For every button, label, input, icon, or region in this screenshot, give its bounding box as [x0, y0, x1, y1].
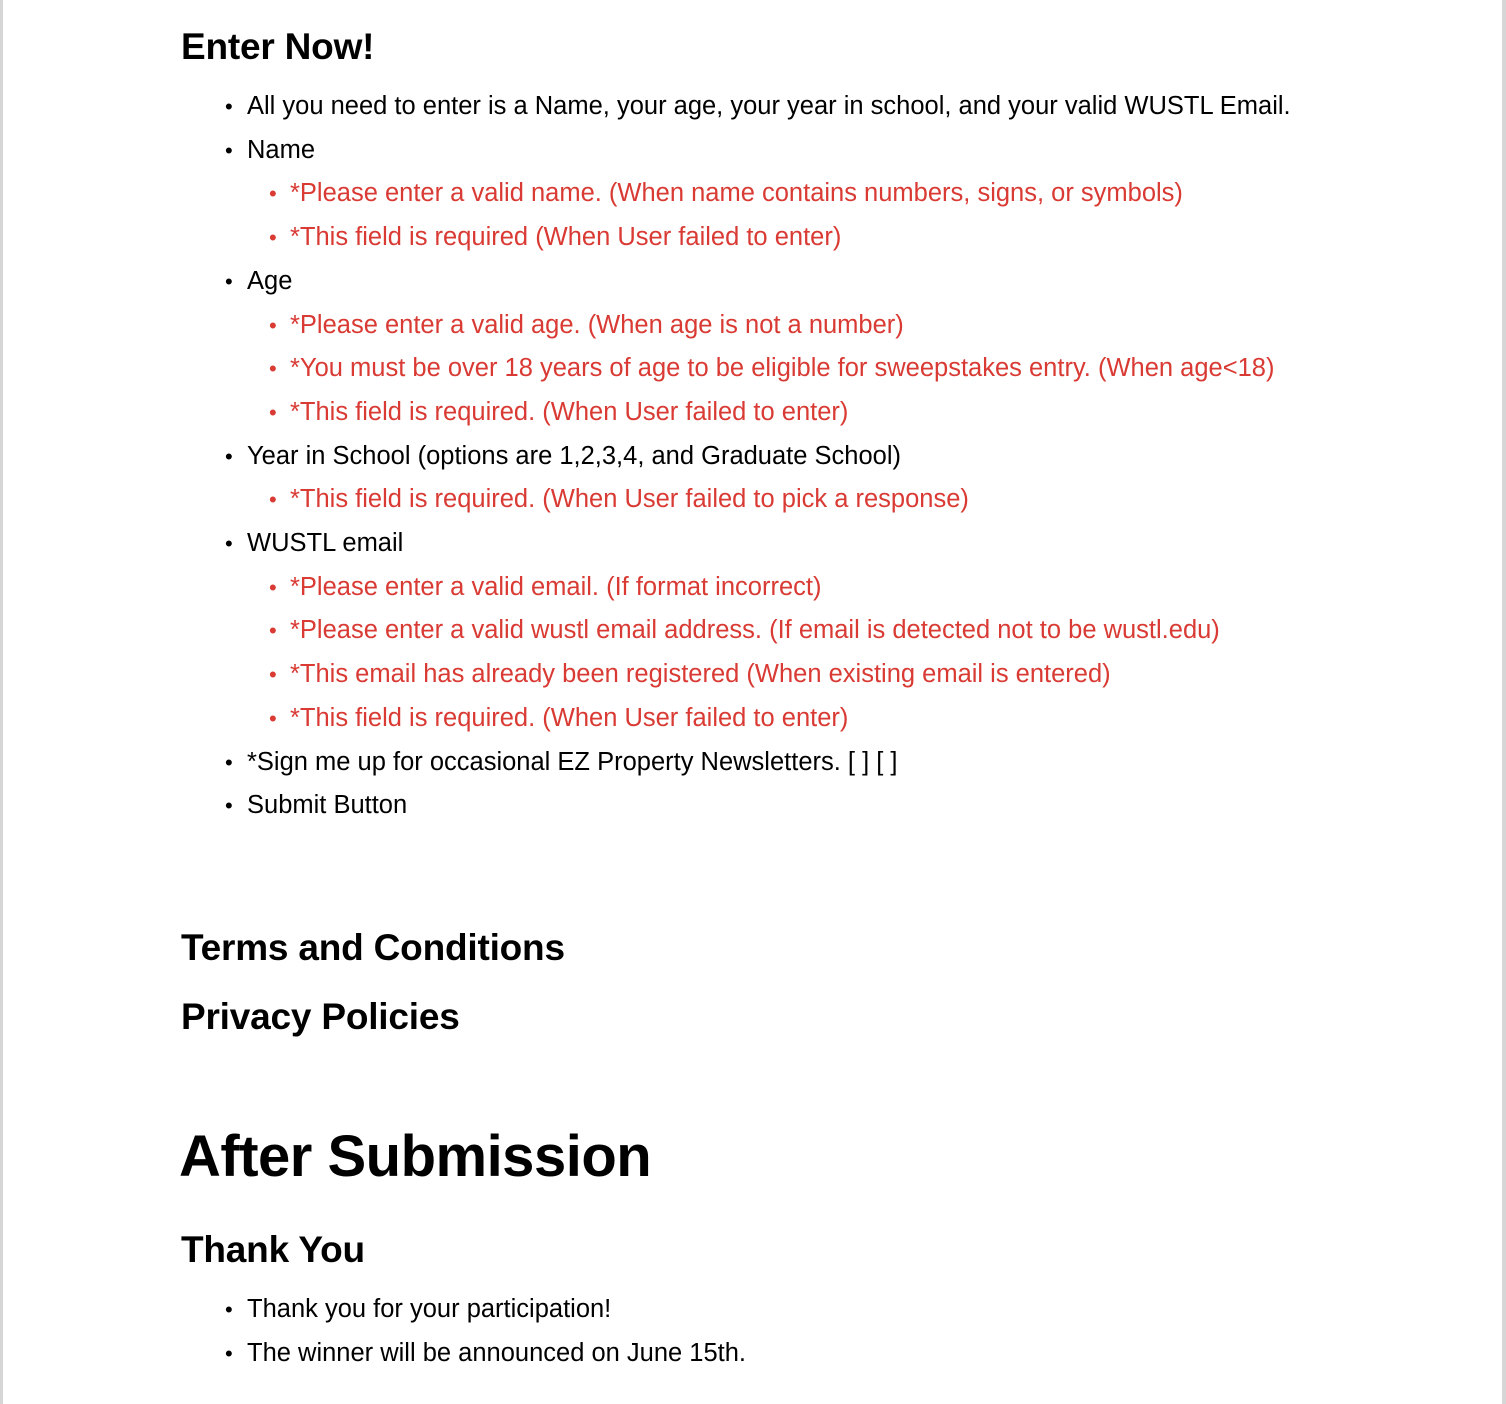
error-list: • *This field is required. (When User fai… [247, 478, 1291, 522]
enter-now-heading: Enter Now! [181, 26, 375, 67]
list-item-text: WUSTL email [247, 529, 404, 558]
error-item: • *This field is required. (When User fai… [181, 478, 1291, 522]
bullet-icon: • [269, 574, 277, 600]
bullet-icon: • [269, 181, 277, 207]
bullet-icon: • [225, 268, 233, 294]
error-message: *This field is required. (When User fail… [290, 485, 969, 514]
error-message: *This field is required. (When User fail… [290, 703, 849, 732]
bullet-icon: • [269, 225, 277, 251]
error-item: • *This field is required. (When User fai… [181, 697, 1291, 741]
list-item: • Thank you for your participation! [181, 1288, 1291, 1332]
bullet-icon: • [225, 793, 233, 819]
bullet-icon: • [225, 749, 233, 775]
bullet-icon: • [269, 399, 277, 425]
privacy-heading: Privacy Policies [181, 996, 460, 1037]
list-item-text: All you need to enter is a Name, your ag… [247, 92, 1291, 120]
list-item: • Year in School (options are 1,2,3,4, an… [181, 435, 1291, 522]
bullet-icon: • [225, 137, 233, 163]
thank-you-list: • Thank you for your participation! • The w… [181, 1288, 1291, 1375]
error-item: • *You must be over 18 years of age to be… [181, 347, 1291, 391]
bullet-icon: • [225, 94, 233, 119]
thank-you-heading: Thank You [181, 1229, 365, 1270]
list-item: • The winner will be announced on June 15… [181, 1332, 1291, 1376]
left-border [0, 0, 3, 1404]
list-item-text: Year in School (options are 1,2,3,4, and… [247, 441, 901, 470]
list-item-text: *Sign me up for occasional EZ Property N… [247, 747, 898, 776]
error-message: *Please enter a valid email. (If format … [290, 572, 822, 601]
error-item: • *This field is required (When User fail… [181, 216, 1291, 260]
error-message: *Please enter a valid wustl email addres… [290, 616, 1220, 645]
bullet-icon: • [269, 356, 277, 382]
bullet-icon: • [225, 1297, 233, 1322]
list-item-text: The winner will be announced on June 15t… [247, 1338, 747, 1367]
bullet-icon: • [269, 705, 277, 731]
list-item: • Name • *Please enter a valid name. (When … [181, 129, 1291, 260]
list-item: • All you need to enter is a Name, your a… [181, 85, 1291, 129]
error-message: *Please enter a valid age. (When age is … [290, 310, 904, 339]
error-message: *Please enter a valid name. (When name c… [290, 179, 1183, 208]
error-item: • *Please enter a valid email. (If format… [181, 566, 1291, 610]
list-item: • WUSTL email • *Please enter a valid email… [181, 522, 1291, 741]
terms-heading: Terms and Conditions [181, 927, 565, 968]
list-item: • *Sign me up for occasional EZ Property … [181, 741, 1291, 785]
error-item: • *This email has already been registered… [181, 653, 1291, 697]
error-item: • *This field is required. (When User fai… [181, 391, 1291, 435]
bullet-icon: • [269, 312, 277, 338]
right-border [1502, 0, 1506, 1404]
enter-list: • All you need to enter is a Name, your a… [181, 85, 1291, 828]
error-message: *This email has already been registered … [290, 660, 1111, 689]
bullet-icon: • [269, 487, 277, 513]
error-message: *You must be over 18 years of age to be … [290, 354, 1275, 383]
list-item-text: Name [247, 135, 316, 164]
list-item: • Submit Button [181, 784, 1291, 828]
after-submission-heading: After Submission [179, 1124, 652, 1189]
error-list: • *Please enter a valid name. (When name … [247, 172, 1291, 259]
error-list: • *Please enter a valid age. (When age is… [247, 304, 1291, 435]
bullet-icon: • [225, 443, 233, 469]
bullet-icon: • [225, 1340, 233, 1366]
bullet-icon: • [269, 618, 277, 644]
list-item-text: Thank you for your participation! [247, 1295, 612, 1323]
error-message: *This field is required. (When User fail… [290, 397, 849, 426]
error-message: *This field is required (When User faile… [290, 223, 842, 252]
list-item-text: Age [247, 266, 293, 295]
bullet-icon: • [225, 531, 233, 557]
error-item: • *Please enter a valid wustl email addre… [181, 609, 1291, 653]
list-item: • Age • *Please enter a valid age. (When ag… [181, 260, 1291, 435]
bullet-icon: • [269, 662, 277, 688]
error-item: • *Please enter a valid name. (When name … [181, 172, 1291, 216]
error-list: • *Please enter a valid email. (If format… [247, 566, 1291, 741]
list-item-text: Submit Button [247, 791, 408, 820]
error-item: • *Please enter a valid age. (When age is… [181, 304, 1291, 348]
